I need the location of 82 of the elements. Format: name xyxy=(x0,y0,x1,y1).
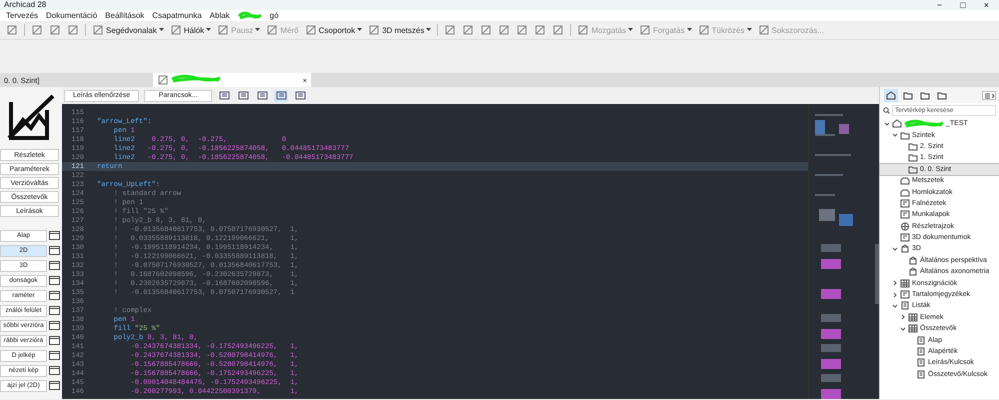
menu-icon[interactable] xyxy=(982,90,996,100)
tool-icon[interactable] xyxy=(92,24,104,36)
window-control[interactable]: − xyxy=(937,0,942,10)
toolbar-button[interactable]: 3D metszés xyxy=(368,24,432,36)
window-icon[interactable] xyxy=(49,336,60,345)
caret-icon xyxy=(255,28,260,32)
toolbar-icon xyxy=(238,91,249,100)
list-icon xyxy=(916,336,926,345)
window-icon[interactable] xyxy=(49,381,60,390)
tool-icon[interactable] xyxy=(170,24,182,36)
window-icon[interactable] xyxy=(49,306,60,315)
sheet-icon xyxy=(900,233,910,242)
broken-image-icon xyxy=(7,92,55,142)
toolbar-icon[interactable] xyxy=(534,24,546,36)
window-icon[interactable] xyxy=(49,231,60,240)
toolbar-button[interactable]: Segédvonalak xyxy=(92,24,164,36)
caret-icon xyxy=(357,28,362,32)
detail-icon xyxy=(900,222,910,231)
window-control[interactable]: × xyxy=(984,0,989,10)
toolbar-icon[interactable] xyxy=(462,24,474,36)
toggle-button[interactable] xyxy=(217,90,232,102)
caret-icon xyxy=(746,28,752,32)
tool-icon[interactable] xyxy=(304,24,317,36)
window-icon[interactable] xyxy=(49,291,60,300)
toolbar-icon xyxy=(218,91,230,100)
toolbar-icon xyxy=(294,91,306,100)
menu-item[interactable]: Tervezés xyxy=(6,11,38,20)
menu-item[interactable]: Csapatmunka xyxy=(152,11,202,20)
window-icon[interactable] xyxy=(49,246,60,255)
toolbar-icon[interactable] xyxy=(67,24,79,36)
caret-icon xyxy=(426,28,432,32)
window-icon[interactable] xyxy=(49,321,60,330)
document-icon[interactable] xyxy=(157,74,169,86)
view-tab[interactable] xyxy=(884,88,898,102)
caret-icon xyxy=(628,28,634,32)
menu-item[interactable]: Dokumentáció xyxy=(46,11,98,20)
toolbar-icon xyxy=(256,91,268,100)
toggle-button[interactable] xyxy=(236,90,250,102)
menu-item[interactable]: gó xyxy=(270,11,279,20)
list-icon xyxy=(916,347,926,356)
caret-icon xyxy=(158,28,164,32)
scribble-mark xyxy=(171,74,221,83)
grid-icon xyxy=(908,312,918,322)
chevron-icon[interactable] xyxy=(892,246,898,252)
search-icon xyxy=(883,107,890,114)
toolbar-icon[interactable] xyxy=(480,24,492,36)
toggle-button[interactable] xyxy=(293,90,308,102)
toolbar-icon[interactable] xyxy=(444,24,456,36)
window-icon[interactable] xyxy=(49,351,60,360)
window-title: Archicad 28 xyxy=(4,0,46,10)
toolbar-icon xyxy=(276,91,287,100)
sheet-icon xyxy=(900,210,910,220)
sheet-icon xyxy=(900,290,910,300)
grid-icon xyxy=(908,324,918,334)
scribble-mark xyxy=(904,119,944,128)
window-icon[interactable] xyxy=(49,261,60,270)
toolbar-icon[interactable] xyxy=(498,24,510,36)
toggle-button[interactable] xyxy=(274,90,288,102)
menu-item[interactable]: Beállítások xyxy=(105,11,144,20)
toggle-button[interactable] xyxy=(255,90,270,102)
toolbar-icon[interactable] xyxy=(6,24,18,36)
window-icon[interactable] xyxy=(49,276,60,285)
window-control[interactable]: □ xyxy=(960,0,966,10)
list-icon xyxy=(916,358,926,368)
toolbar-icon[interactable] xyxy=(552,24,564,36)
house-icon xyxy=(886,90,896,100)
tool-icon[interactable] xyxy=(368,24,380,36)
list-icon xyxy=(900,301,910,310)
toolbar-icon[interactable] xyxy=(49,24,61,36)
list-icon xyxy=(916,370,926,379)
caret-icon xyxy=(206,28,212,32)
toolbar-icon[interactable] xyxy=(516,24,528,36)
caret-icon xyxy=(686,28,692,32)
window-icon[interactable] xyxy=(49,366,60,375)
grid-icon xyxy=(900,278,910,288)
scribble-mark xyxy=(238,11,262,20)
menu-item[interactable]: Ablak xyxy=(210,11,230,20)
house-icon xyxy=(892,119,902,128)
toolbar-icon[interactable] xyxy=(31,24,43,36)
toolbar-button[interactable]: Csoportok xyxy=(304,24,362,36)
toolbar-button[interactable]: Hálók xyxy=(170,24,212,36)
sheet-icon xyxy=(900,198,910,208)
